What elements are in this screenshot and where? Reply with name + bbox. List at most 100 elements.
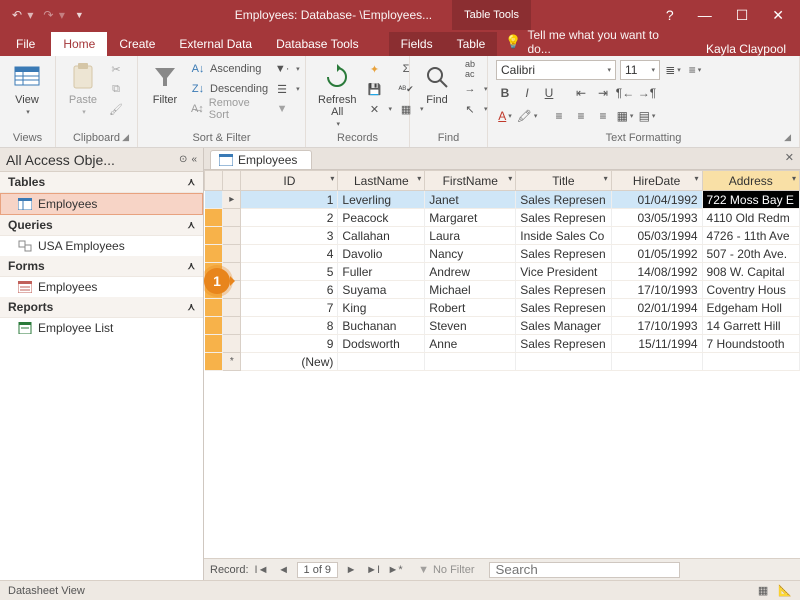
group-records-label: Records	[314, 130, 401, 147]
textfmt-dialog-launcher[interactable]: ◢	[784, 132, 791, 143]
table-row[interactable]: 8 Buchanan Steven Sales Manager 17/10/19…	[205, 317, 800, 335]
selection-filter-button[interactable]: ▼·▾	[274, 60, 300, 78]
table-row[interactable]: ▸ 1 Leverling Janet Sales Represen 01/04…	[205, 191, 800, 209]
maximize-icon[interactable]: ☐	[736, 7, 749, 24]
underline-button[interactable]: U	[540, 84, 558, 102]
record-next-icon[interactable]: ►	[342, 564, 360, 576]
find-button[interactable]: Find	[418, 60, 456, 108]
datasheet-view-icon[interactable]: ▦	[758, 584, 768, 597]
redo-icon[interactable]: ↷ ▾	[43, 8, 64, 22]
save-record-button[interactable]: 💾	[367, 80, 393, 98]
tell-me-search[interactable]: 💡 Tell me what you want to do...	[497, 28, 692, 56]
new-record-button[interactable]: ✦	[367, 60, 393, 78]
row-selector-header[interactable]	[205, 171, 223, 191]
align-right-icon[interactable]: ≡	[594, 107, 612, 125]
table-row[interactable]: 7 King Robert Sales Represen 02/01/1994 …	[205, 299, 800, 317]
col-header-lastname[interactable]: LastName▾	[338, 171, 425, 191]
descending-button[interactable]: Z↓Descending	[190, 80, 268, 98]
tab-home[interactable]: Home	[51, 32, 107, 56]
advanced-filter-button[interactable]: ☰▾	[274, 80, 300, 98]
ascending-button[interactable]: A↓Ascending	[190, 60, 268, 78]
tab-file[interactable]: File	[0, 32, 51, 56]
col-header-firstname[interactable]: FirstName▾	[425, 171, 516, 191]
col-header-address[interactable]: Address▾	[702, 171, 799, 191]
refresh-all-button[interactable]: Refresh All ▾	[314, 60, 361, 130]
gridlines-icon[interactable]: ▦▾	[616, 107, 634, 125]
document-close-icon[interactable]: ✕	[785, 151, 794, 164]
cut-button[interactable]: ✂	[108, 60, 124, 78]
copy-button[interactable]: ⧉	[108, 80, 124, 98]
close-icon[interactable]: ✕	[772, 7, 784, 24]
document-tab-employees[interactable]: Employees	[210, 150, 312, 169]
col-header-title[interactable]: Title▾	[516, 171, 611, 191]
fill-color-button[interactable]: 🖍▾	[518, 107, 536, 125]
delete-record-button[interactable]: ✕▾	[367, 100, 393, 118]
table-row[interactable]: 2 Peacock Margaret Sales Represen 03/05/…	[205, 209, 800, 227]
tab-create[interactable]: Create	[107, 32, 167, 56]
tab-database-tools[interactable]: Database Tools	[264, 32, 371, 56]
design-view-icon[interactable]: 📐	[778, 584, 792, 597]
numbering-icon[interactable]: ≡▾	[686, 61, 704, 79]
record-last-icon[interactable]: ►I	[364, 564, 382, 576]
record-first-icon[interactable]: I◄	[253, 564, 271, 576]
alt-row-color-icon[interactable]: ▤▾	[638, 107, 656, 125]
font-size-selector[interactable]: 11▾	[620, 60, 660, 80]
nav-item-form-employees[interactable]: Employees	[0, 277, 203, 297]
undo-icon[interactable]: ↶ ▾	[12, 8, 33, 22]
filter-label: Filter	[153, 94, 177, 106]
align-left-icon[interactable]: ≡	[550, 107, 568, 125]
indent-decrease-icon[interactable]: ⇤	[572, 84, 590, 102]
bullets-icon[interactable]: ≣▾	[664, 61, 682, 79]
align-center-icon[interactable]: ≡	[572, 107, 590, 125]
col-header-hiredate[interactable]: HireDate▾	[611, 171, 702, 191]
nav-dropdown-icon[interactable]: ⊙	[179, 154, 187, 165]
nav-pane-title[interactable]: All Access Obje...	[6, 152, 115, 168]
table-row[interactable]: 9 Dodsworth Anne Sales Represen 15/11/19…	[205, 335, 800, 353]
table-row-new[interactable]: *(New)	[205, 353, 800, 371]
select-all-corner[interactable]	[223, 171, 241, 191]
table-row[interactable]: 5 Fuller Andrew Vice President 14/08/199…	[205, 263, 800, 281]
filter-button[interactable]: Filter	[146, 60, 184, 108]
remove-sort-button[interactable]: A̶↕Remove Sort	[190, 100, 268, 118]
tab-external-data[interactable]: External Data	[167, 32, 264, 56]
nav-section-forms[interactable]: Forms⋏	[0, 256, 203, 277]
table-row[interactable]: 3 Callahan Laura Inside Sales Co 05/03/1…	[205, 227, 800, 245]
format-painter-button[interactable]: 🖌	[108, 100, 124, 118]
nav-item-report-list[interactable]: Employee List	[0, 318, 203, 338]
datasheet-grid[interactable]: ID▾ LastName▾ FirstName▾ Title▾ HireDate…	[204, 170, 800, 371]
table-row[interactable]: 4 Davolio Nancy Sales Represen 01/05/199…	[205, 245, 800, 263]
col-header-id[interactable]: ID▾	[241, 171, 338, 191]
rtl-icon[interactable]: ¶←	[616, 84, 634, 102]
toggle-filter-button[interactable]: ▼	[274, 100, 300, 118]
qat-customize-icon[interactable]: ▼	[75, 10, 84, 20]
user-name[interactable]: Kayla Claypool	[692, 42, 800, 56]
view-button[interactable]: View ▾	[8, 60, 46, 118]
font-color-button[interactable]: A▾	[496, 107, 514, 125]
replace-button[interactable]: abac	[462, 60, 488, 78]
tab-table[interactable]: Table	[445, 32, 498, 56]
filter-indicator-icon[interactable]: ▼	[418, 564, 429, 576]
nav-section-reports[interactable]: Reports⋏	[0, 297, 203, 318]
ltr-icon[interactable]: →¶	[638, 84, 656, 102]
record-new-icon[interactable]: ►*	[386, 564, 404, 576]
nav-collapse-icon[interactable]: «	[191, 154, 197, 165]
clipboard-dialog-launcher[interactable]: ◢	[122, 132, 129, 143]
paste-button[interactable]: Paste ▾	[64, 60, 102, 118]
table-row[interactable]: 6 Suyama Michael Sales Represen 17/10/19…	[205, 281, 800, 299]
record-position[interactable]: 1 of 9	[297, 562, 339, 578]
select-button[interactable]: ↖▾	[462, 100, 488, 118]
record-search-input[interactable]	[489, 562, 680, 578]
nav-item-query-usa[interactable]: USA Employees	[0, 236, 203, 256]
indent-increase-icon[interactable]: ⇥	[594, 84, 612, 102]
nav-section-tables[interactable]: Tables⋏	[0, 172, 203, 193]
minimize-icon[interactable]: —	[698, 7, 712, 23]
goto-button[interactable]: →▾	[462, 80, 488, 98]
record-prev-icon[interactable]: ◄	[275, 564, 293, 576]
italic-button[interactable]: I	[518, 84, 536, 102]
font-selector[interactable]: Calibri▾	[496, 60, 616, 80]
nav-section-queries[interactable]: Queries⋏	[0, 215, 203, 236]
bold-button[interactable]: B	[496, 84, 514, 102]
help-icon[interactable]: ?	[666, 7, 674, 23]
tab-fields[interactable]: Fields	[389, 32, 445, 56]
nav-item-table-employees[interactable]: Employees	[0, 193, 203, 215]
